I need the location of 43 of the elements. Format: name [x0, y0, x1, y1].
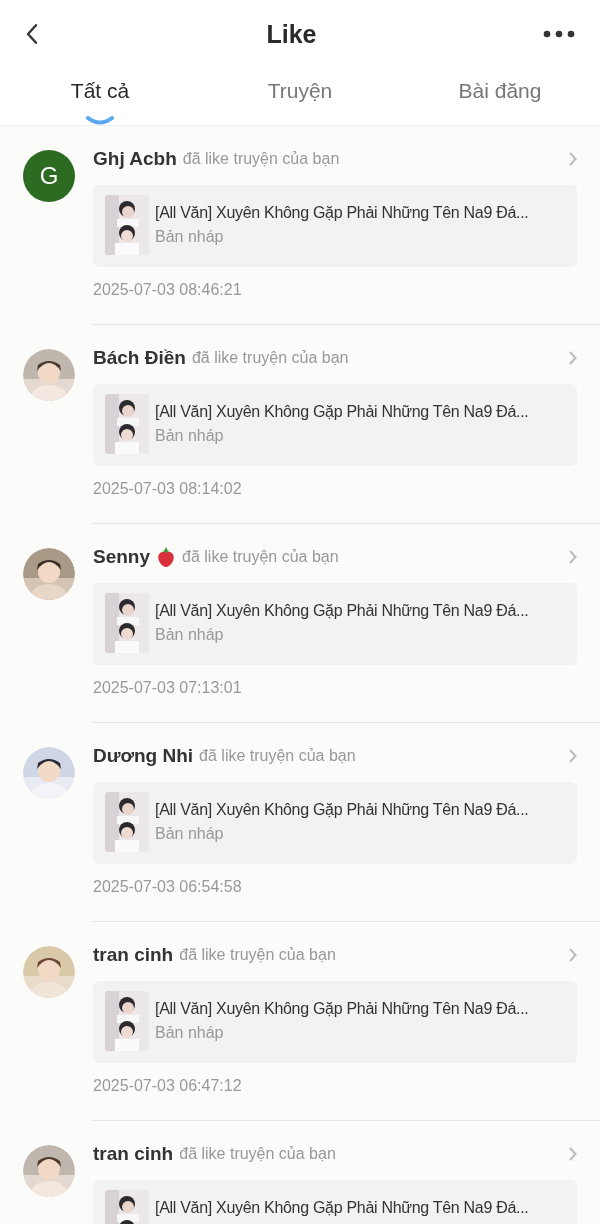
timestamp: 2025-07-03 07:13:01: [93, 679, 243, 697]
timestamp: 2025-07-03 08:46:21: [93, 281, 243, 299]
story-title: [All Văn] Xuyên Không Gặp Phải Những Tên Na9 Đá...: [155, 801, 529, 819]
more-icon[interactable]: [543, 30, 575, 38]
story-title: [All Văn] Xuyên Không Gặp Phải Những Tên Na9 Đá...: [155, 204, 529, 222]
story-card[interactable]: [All Văn] Xuyên Không Gặp Phải Những Tên Na9 Đá... Bản nháp: [93, 981, 577, 1063]
action-text: đã like truyện của bạn: [182, 548, 339, 566]
action-text: đã like truyện của bạn: [179, 1145, 336, 1163]
story-title: [All Văn] Xuyên Không Gặp Phải Những Tên Na9 Đá...: [155, 1000, 529, 1018]
timestamp: 2025-07-03 08:14:02: [93, 480, 243, 498]
page-title: Like: [266, 19, 317, 49]
action-text: đã like truyện của bạn: [191, 349, 349, 367]
tab[interactable]: Bài đăng: [400, 68, 600, 125]
story-status: Bản nháp: [155, 1024, 225, 1042]
tab[interactable]: Tất cả: [0, 68, 200, 125]
story-status: Bản nháp: [155, 427, 225, 445]
story-card[interactable]: [All Văn] Xuyên Không Gặp Phải Những Tên Na9 Đá... Bản nháp: [93, 384, 577, 466]
strawberry-icon: [156, 546, 177, 568]
timestamp: 2025-07-03 06:47:12: [93, 1077, 243, 1095]
story-card[interactable]: [All Văn] Xuyên Không Gặp Phải Những Tên Na9 Đá...: [93, 1180, 577, 1224]
story-title: [All Văn] Xuyên Không Gặp Phải Những Tên Na9 Đá...: [155, 1199, 529, 1217]
story-card[interactable]: [All Văn] Xuyên Không Gặp Phải Những Tên Na9 Đá... Bản nháp: [93, 583, 577, 665]
user-name[interactable]: tran cinh: [93, 1143, 174, 1165]
avatar[interactable]: G: [23, 150, 75, 202]
story-status: Bản nháp: [155, 228, 225, 246]
back-icon[interactable]: [24, 22, 40, 46]
tab-indicator-icon: [85, 115, 115, 125]
story-card[interactable]: [All Văn] Xuyên Không Gặp Phải Những Tên Na9 Đá... Bản nháp: [93, 782, 577, 864]
timestamp: 2025-07-03 06:54:58: [93, 878, 243, 896]
action-text: đã like truyện của bạn: [179, 946, 336, 964]
user-name[interactable]: Bách Điền: [93, 347, 186, 369]
story-title: [All Văn] Xuyên Không Gặp Phải Những Tên Na9 Đá...: [155, 403, 529, 421]
story-status: Bản nháp: [155, 626, 225, 644]
user-name[interactable]: Ghj Acbh: [93, 148, 177, 170]
story-title: [All Văn] Xuyên Không Gặp Phải Những Tên Na9 Đá...: [155, 602, 529, 620]
user-name[interactable]: Senny: [93, 546, 151, 568]
story-card[interactable]: [All Văn] Xuyên Không Gặp Phải Những Tên Na9 Đá... Bản nháp: [93, 185, 577, 267]
action-text: đã like truyện của bạn: [199, 747, 356, 765]
tab[interactable]: Truyện: [200, 68, 400, 125]
user-name[interactable]: Dương Nhi: [93, 745, 194, 767]
user-name[interactable]: tran cinh: [93, 944, 174, 966]
story-status: Bản nháp: [155, 825, 225, 843]
action-text: đã like truyện của bạn: [182, 150, 340, 168]
